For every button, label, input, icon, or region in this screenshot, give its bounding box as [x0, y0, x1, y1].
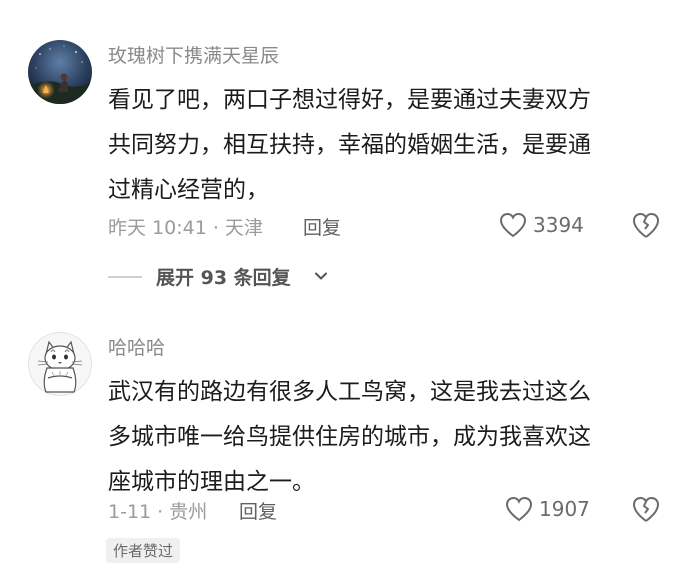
- comment-body-line: 武汉有的路边有很多人工鸟窝，这是我去过这么: [108, 379, 591, 405]
- reply-button[interactable]: 回复: [303, 213, 341, 240]
- comment-username[interactable]: 玫瑰树下携满天星辰: [108, 41, 279, 68]
- heart-outline-icon: [499, 212, 527, 238]
- comment-username[interactable]: 哈哈哈: [108, 333, 165, 360]
- avatar-night-sky-image: [28, 40, 92, 104]
- chevron-down-icon: [315, 272, 327, 280]
- comment-body-line: 看见了吧，两口子想过得好，是要通过夫妻双方: [108, 87, 591, 113]
- comment-body-line: 共同努力，相互扶持，幸福的婚姻生活，是要通: [108, 132, 591, 158]
- comment-meta-row: 昨天 10:41 · 天津 回复 3394: [0, 208, 690, 242]
- reply-button[interactable]: 回复: [239, 497, 277, 524]
- heart-outline-icon: [505, 496, 533, 522]
- avatar[interactable]: [28, 332, 92, 396]
- author-liked-badge: 作者赞过: [106, 538, 181, 563]
- avatar-cat-sketch-image: [28, 332, 92, 396]
- comment-meta-row: 1-11 · 贵州 回复 1907: [0, 492, 690, 526]
- comment-time-location: 1-11 · 贵州: [108, 501, 208, 523]
- broken-heart-icon[interactable]: [631, 211, 661, 239]
- broken-heart-icon[interactable]: [631, 495, 661, 523]
- expand-replies-label: 展开 93 条回复: [156, 267, 291, 289]
- comment-body: 看见了吧，两口子想过得好，是要通过夫妻双方 共同努力，相互扶持，幸福的婚姻生活，…: [108, 78, 668, 213]
- divider: [108, 276, 142, 278]
- like-count: 1907: [539, 497, 590, 521]
- comment-list: 玫瑰树下携满天星辰 看见了吧，两口子想过得好，是要通过夫妻双方 共同努力，相互扶…: [0, 0, 690, 573]
- comment-body-line: 多城市唯一给鸟提供住房的城市，成为我喜欢这: [108, 424, 591, 450]
- comment-time-location: 昨天 10:41 · 天津: [108, 217, 263, 239]
- comment-body: 武汉有的路边有很多人工鸟窝，这是我去过这么 多城市唯一给鸟提供住房的城市，成为我…: [108, 370, 668, 505]
- avatar[interactable]: [28, 40, 92, 104]
- comment-body-line: 过精心经营的，: [108, 177, 269, 203]
- like-count: 3394: [533, 213, 584, 237]
